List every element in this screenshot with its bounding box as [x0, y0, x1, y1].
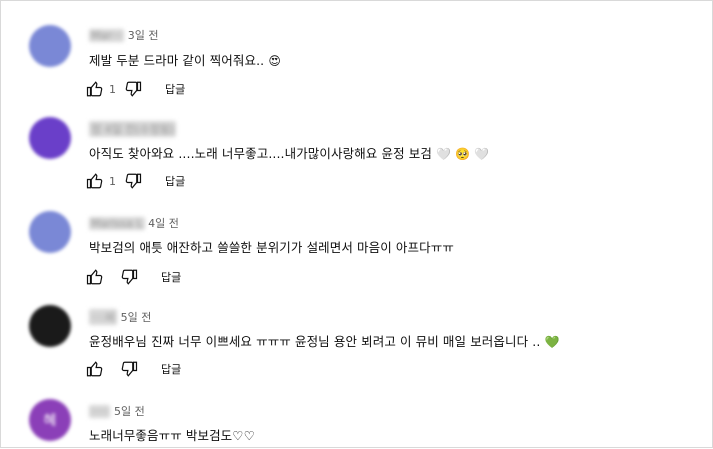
comment-text: 박보검의 애틋 애잔하고 쓸쓸한 분위기가 설레면서 마음이 아프다ㅠㅠ — [89, 237, 454, 256]
comment-actions: 1 답글 — [85, 79, 185, 99]
comment-text: 제발 두분 드라마 같이 찍어줘요.. 😍 — [89, 50, 281, 69]
comment-item: Marissa L 4일 전 박보검의 애틋 애잔하고 쓸쓸한 분위기가 설레면… — [1, 201, 713, 301]
dislike-icon[interactable] — [119, 267, 139, 287]
comment-emoji: 😍 — [268, 54, 281, 68]
comment-text-body: 박보검의 애틋 애잔하고 쓸쓸한 분위기가 설레면서 마음이 아프다ㅠㅠ — [89, 240, 454, 255]
avatar[interactable] — [29, 25, 71, 67]
dislike-icon[interactable] — [119, 359, 139, 379]
reply-button[interactable]: 답글 — [161, 361, 181, 377]
comment-text-body: 제발 두분 드라마 같이 찍어줘요.. — [89, 53, 265, 68]
avatar[interactable] — [29, 211, 71, 253]
comment-time[interactable]: 4일 전 — [148, 217, 179, 230]
author-name[interactable]: Mar··· — [89, 29, 125, 42]
comment-meta: ····씨 5일 전 — [89, 309, 151, 325]
comment-item: 정 4일 전(수정됨) 아직도 찾아와요 ....노래 너무좋고....내가많이… — [1, 107, 713, 207]
avatar[interactable] — [29, 305, 71, 347]
comment-section: Mar··· 3일 전 제발 두분 드라마 같이 찍어줘요.. 😍 1 답글 정… — [0, 0, 713, 448]
author-name[interactable]: 정 4일 전(수정됨) — [89, 121, 177, 137]
dislike-icon[interactable] — [123, 79, 143, 99]
dislike-icon[interactable] — [123, 171, 143, 191]
reply-button[interactable]: 답글 — [165, 81, 185, 97]
like-icon[interactable] — [85, 171, 105, 191]
like-icon[interactable] — [85, 359, 105, 379]
reply-button[interactable]: 답글 — [161, 269, 181, 285]
comment-text: 노래너무좋음ㅠㅠ 박보검도♡♡ — [89, 425, 255, 444]
comment-text-body: 윤정배우님 진짜 너무 이쁘세요 ㅠㅠㅠ 윤정님 용안 뵈려고 이 뮤비 매일 … — [89, 334, 541, 349]
comment-item: 혜 ····· 5일 전 노래너무좋음ㅠㅠ 박보검도♡♡ — [1, 389, 713, 449]
comment-time[interactable]: 3일 전 — [128, 29, 159, 42]
comment-item: ····씨 5일 전 윤정배우님 진짜 너무 이쁘세요 ㅠㅠㅠ 윤정님 용안 뵈… — [1, 295, 713, 395]
comment-time[interactable]: 5일 전 — [121, 311, 152, 324]
author-name[interactable]: ····· — [89, 405, 111, 418]
like-icon[interactable] — [85, 79, 105, 99]
like-count: 1 — [109, 174, 116, 188]
comment-actions: 1 답글 — [85, 171, 185, 191]
comment-text-body: 노래너무좋음ㅠㅠ 박보검도♡♡ — [89, 428, 255, 443]
comment-meta: Marissa L 4일 전 — [89, 215, 179, 231]
comment-meta: 정 4일 전(수정됨) — [89, 121, 177, 137]
author-name[interactable]: Marissa L — [89, 217, 145, 230]
comment-text: 윤정배우님 진짜 너무 이쁘세요 ㅠㅠㅠ 윤정님 용안 뵈려고 이 뮤비 매일 … — [89, 331, 560, 350]
comment-actions: 답글 — [85, 267, 181, 287]
comment-text: 아직도 찾아와요 ....노래 너무좋고....내가많이사랑해요 윤정 보검 🤍… — [89, 143, 489, 162]
like-count: 1 — [109, 82, 116, 96]
comment-time[interactable]: 5일 전 — [114, 405, 145, 418]
reply-button[interactable]: 답글 — [165, 173, 185, 189]
comment-text-body: 아직도 찾아와요 ....노래 너무좋고....내가많이사랑해요 윤정 보검 — [89, 146, 432, 161]
comment-meta: Mar··· 3일 전 — [89, 27, 159, 43]
avatar[interactable]: 혜 — [29, 399, 71, 441]
avatar[interactable] — [29, 117, 71, 159]
comment-item: Mar··· 3일 전 제발 두분 드라마 같이 찍어줘요.. 😍 1 답글 — [1, 15, 713, 115]
like-icon[interactable] — [85, 267, 105, 287]
comment-emoji: 🤍 🥺 🤍 — [436, 147, 489, 161]
comment-meta: ····· 5일 전 — [89, 403, 145, 419]
comment-emoji: 💚 — [544, 335, 560, 349]
author-name[interactable]: ····씨 — [89, 309, 118, 325]
comment-actions: 답글 — [85, 359, 181, 379]
avatar-initial: 혜 — [43, 413, 57, 429]
